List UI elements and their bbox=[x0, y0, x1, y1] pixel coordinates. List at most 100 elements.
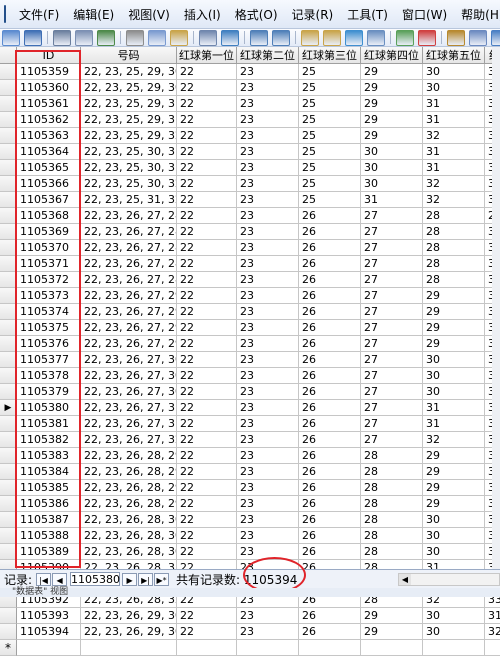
next-record-button[interactable]: ▶ bbox=[122, 572, 138, 586]
row-selector[interactable] bbox=[0, 144, 17, 160]
table-cell[interactable]: 23 bbox=[237, 240, 299, 256]
row-selector[interactable] bbox=[0, 80, 17, 96]
menu-item[interactable]: 插入(I) bbox=[177, 6, 228, 23]
table-cell[interactable]: 27 bbox=[361, 432, 423, 448]
table-cell[interactable]: 22, 23, 26, 27, 32, 33 bbox=[81, 432, 177, 448]
table-cell[interactable]: 22, 23, 26, 28, 29, 31 bbox=[81, 464, 177, 480]
table-cell[interactable]: 1105374 bbox=[17, 304, 81, 320]
table-cell[interactable]: 22 bbox=[177, 224, 237, 240]
menu-item[interactable]: 视图(V) bbox=[121, 6, 177, 23]
table-row[interactable]: 110538622, 23, 26, 28, 29, 3322232628293… bbox=[0, 496, 500, 512]
table-cell[interactable]: 22 bbox=[177, 96, 237, 112]
table-cell[interactable]: 29 bbox=[361, 112, 423, 128]
row-selector[interactable] bbox=[0, 128, 17, 144]
table-cell[interactable]: 26 bbox=[299, 336, 361, 352]
table-cell[interactable]: 23 bbox=[237, 320, 299, 336]
row-selector[interactable] bbox=[0, 480, 17, 496]
table-cell[interactable]: 29 bbox=[361, 608, 423, 624]
preview-icon[interactable] bbox=[75, 29, 93, 46]
table-cell[interactable]: 25 bbox=[299, 96, 361, 112]
save-icon[interactable] bbox=[24, 29, 42, 46]
table-cell[interactable]: 22 bbox=[177, 80, 237, 96]
table-cell[interactable]: 23 bbox=[237, 368, 299, 384]
table-cell[interactable]: 26 bbox=[299, 256, 361, 272]
table-cell[interactable]: 1105363 bbox=[17, 128, 81, 144]
table-cell[interactable]: 26 bbox=[299, 416, 361, 432]
table-cell[interactable]: 22, 23, 26, 28, 29, 33 bbox=[81, 496, 177, 512]
table-cell[interactable]: 28 bbox=[423, 224, 485, 240]
table-cell[interactable]: 25 bbox=[299, 80, 361, 96]
table-cell[interactable]: 22 bbox=[177, 208, 237, 224]
table-row[interactable]: 110538422, 23, 26, 28, 29, 3122232628293… bbox=[0, 464, 500, 480]
table-cell[interactable]: 27 bbox=[361, 224, 423, 240]
table-cell[interactable]: 22 bbox=[177, 448, 237, 464]
table-cell[interactable]: 29 bbox=[361, 624, 423, 640]
table-cell[interactable]: 29 bbox=[423, 336, 485, 352]
table-row[interactable]: 110538222, 23, 26, 27, 32, 3322232627323… bbox=[0, 432, 500, 448]
table-cell[interactable] bbox=[17, 640, 81, 656]
delete-record-icon[interactable] bbox=[418, 29, 436, 46]
table-cell[interactable]: 30 bbox=[423, 368, 485, 384]
table-cell[interactable]: 31 bbox=[423, 160, 485, 176]
sort-desc-icon[interactable] bbox=[272, 29, 290, 46]
table-cell[interactable]: 22, 23, 25, 30, 31, 33 bbox=[81, 160, 177, 176]
table-cell[interactable]: 23 bbox=[237, 64, 299, 80]
filter-form-icon[interactable] bbox=[323, 29, 341, 46]
table-cell[interactable]: 23 bbox=[237, 608, 299, 624]
header-id[interactable]: ID bbox=[17, 47, 81, 64]
table-cell[interactable]: 31 bbox=[423, 416, 485, 432]
table-row[interactable]: 110536422, 23, 25, 30, 31, 3222232530313… bbox=[0, 144, 500, 160]
table-cell[interactable]: 23 bbox=[237, 336, 299, 352]
table-cell[interactable]: 26 bbox=[299, 528, 361, 544]
table-row[interactable]: ▶ 110538022, 23, 26, 27, 31, 322223262731… bbox=[0, 400, 500, 416]
table-cell[interactable]: 1105360 bbox=[17, 80, 81, 96]
table-cell[interactable]: 26 bbox=[299, 624, 361, 640]
table-cell[interactable]: 22, 23, 26, 27, 28, 33 bbox=[81, 272, 177, 288]
table-cell[interactable]: 26 bbox=[299, 608, 361, 624]
table-cell[interactable]: 29 bbox=[423, 496, 485, 512]
table-cell[interactable]: 22 bbox=[177, 272, 237, 288]
table-cell[interactable]: 26 bbox=[299, 432, 361, 448]
spell-icon[interactable] bbox=[97, 29, 115, 46]
table-cell[interactable]: 22 bbox=[177, 176, 237, 192]
table-cell[interactable]: 22, 23, 26, 27, 31, 32 bbox=[81, 400, 177, 416]
table-cell[interactable]: 1105370 bbox=[17, 240, 81, 256]
table-cell[interactable]: 22, 23, 25, 29, 31, 32 bbox=[81, 96, 177, 112]
row-selector[interactable] bbox=[0, 304, 17, 320]
row-selector[interactable] bbox=[0, 112, 17, 128]
table-cell[interactable]: 22 bbox=[177, 496, 237, 512]
row-selector[interactable] bbox=[0, 432, 17, 448]
table-cell[interactable]: 22 bbox=[177, 320, 237, 336]
table-cell[interactable]: 22, 23, 26, 28, 29, 30 bbox=[81, 448, 177, 464]
table-cell[interactable]: 26 bbox=[299, 208, 361, 224]
table-row[interactable]: 110538322, 23, 26, 28, 29, 3022232628293… bbox=[0, 448, 500, 464]
apply-filter-icon[interactable] bbox=[345, 29, 363, 46]
table-cell[interactable]: 23 bbox=[237, 80, 299, 96]
table-cell[interactable]: 26 bbox=[299, 400, 361, 416]
table-cell[interactable]: 22, 23, 25, 30, 32, 33 bbox=[81, 176, 177, 192]
row-selector[interactable] bbox=[0, 176, 17, 192]
table-row[interactable]: 110537422, 23, 26, 27, 29, 3122232627293… bbox=[0, 304, 500, 320]
row-selector[interactable] bbox=[0, 256, 17, 272]
table-cell[interactable]: 1105393 bbox=[17, 608, 81, 624]
table-cell[interactable]: 1105368 bbox=[17, 208, 81, 224]
help-icon[interactable] bbox=[491, 29, 500, 46]
table-cell[interactable]: 26 bbox=[299, 448, 361, 464]
select-all-corner[interactable] bbox=[0, 47, 17, 64]
sort-asc-icon[interactable] bbox=[250, 29, 268, 46]
table-cell[interactable]: 22 bbox=[177, 480, 237, 496]
table-cell[interactable]: 22, 23, 25, 29, 32, 33 bbox=[81, 128, 177, 144]
table-cell[interactable]: 30 bbox=[423, 512, 485, 528]
header-red4[interactable]: 红球第四位 bbox=[361, 47, 423, 64]
database-icon[interactable] bbox=[447, 29, 465, 46]
filter-selection-icon[interactable] bbox=[301, 29, 319, 46]
menu-item[interactable]: 工具(T) bbox=[340, 6, 395, 23]
table-row[interactable]: 110536122, 23, 25, 29, 31, 3222232529313… bbox=[0, 96, 500, 112]
table-cell[interactable]: 30 bbox=[423, 384, 485, 400]
table-row[interactable]: 110536522, 23, 25, 30, 31, 3322232530313… bbox=[0, 160, 500, 176]
table-cell[interactable]: 29 bbox=[423, 320, 485, 336]
table-cell[interactable]: 1105362 bbox=[17, 112, 81, 128]
table-cell[interactable]: 26 bbox=[299, 512, 361, 528]
copy-icon[interactable] bbox=[148, 29, 166, 46]
table-cell[interactable]: 22 bbox=[177, 144, 237, 160]
